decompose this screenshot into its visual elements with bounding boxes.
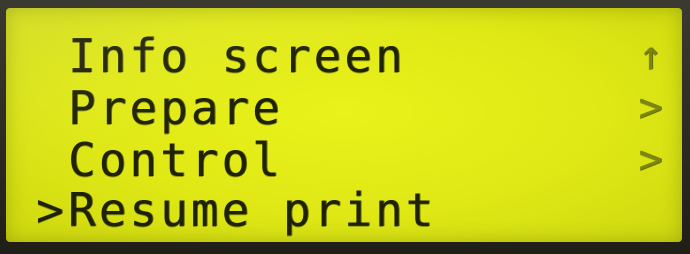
lcd-menu: Info screen ↑ Prepare > Control > > Resu… [6,8,682,242]
back-arrow-icon: ↑ [638,33,666,79]
menu-item-control[interactable]: Control > [6,134,682,186]
submenu-chevron-icon: > [638,137,666,183]
menu-item-prepare[interactable]: Prepare > [6,82,682,134]
menu-item-info-screen[interactable]: Info screen ↑ [6,30,682,82]
menu-item-label: Prepare [68,81,283,135]
lcd-display: Info screen ↑ Prepare > Control > > Resu… [6,8,682,242]
menu-item-resume-print[interactable]: > Resume print [6,184,682,236]
selection-cursor: > [36,183,67,237]
submenu-chevron-icon: > [638,85,666,131]
menu-item-label: Info screen [68,29,406,83]
menu-item-label: Control [68,133,283,187]
menu-item-label: Resume print [68,183,437,237]
